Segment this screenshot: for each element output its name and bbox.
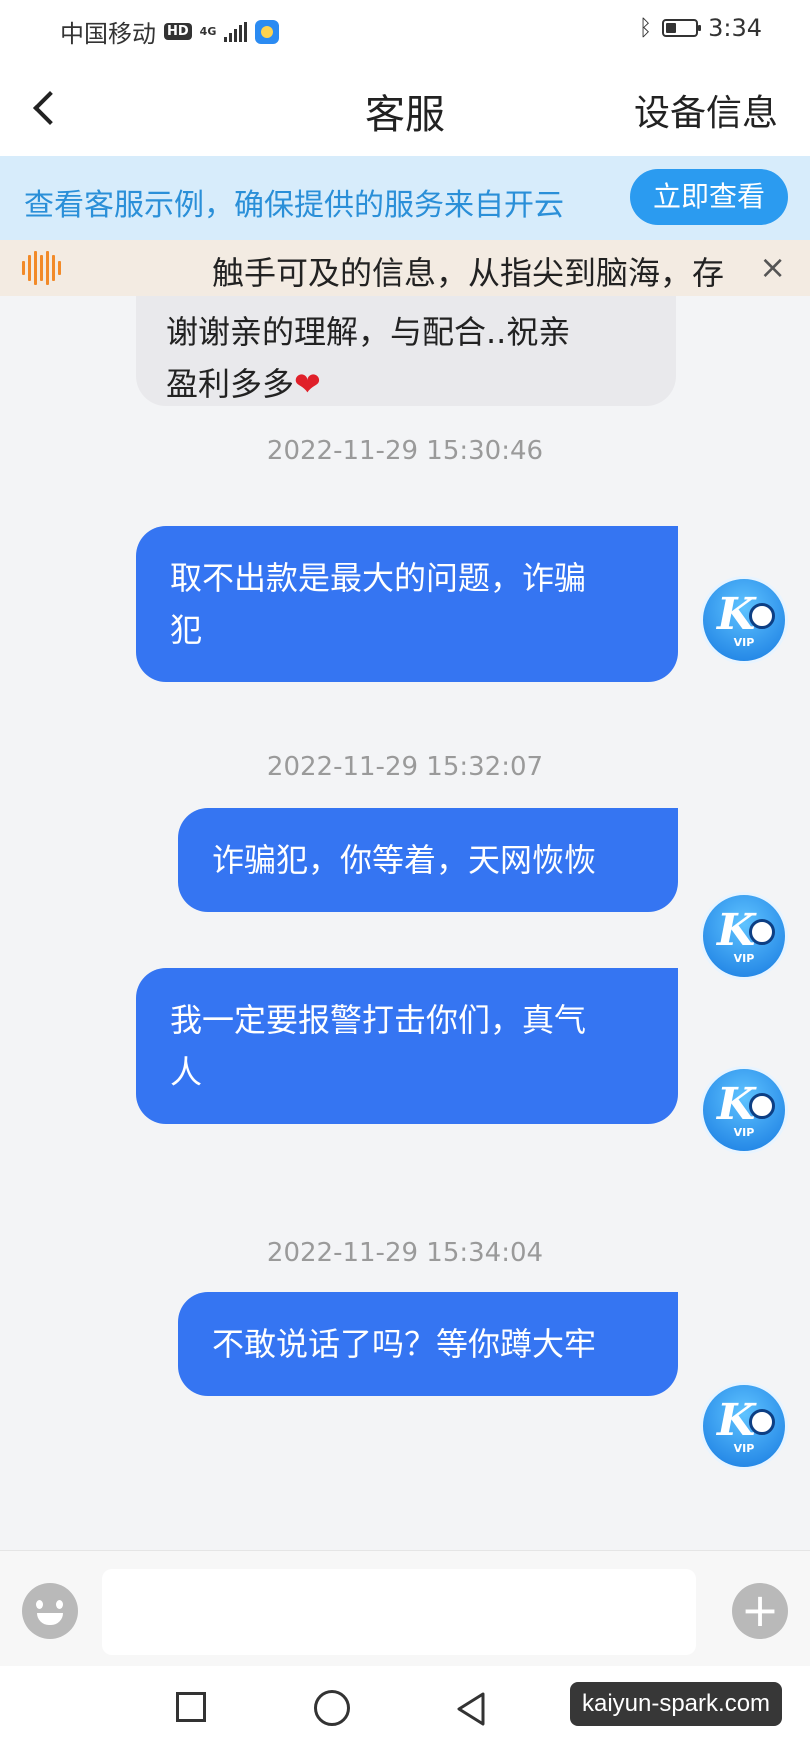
message-input[interactable]	[102, 1569, 696, 1655]
watermark: kaiyun-spark.com	[570, 1682, 782, 1726]
heart-emoji: ❤	[294, 365, 321, 403]
status-right: ᛒ 3:34	[639, 14, 762, 42]
hd-badge: HD	[164, 23, 192, 40]
device-info-button[interactable]: 设备信息	[634, 84, 778, 136]
outgoing-message: 诈骗犯，你等着，天网恢恢	[178, 808, 678, 912]
incoming-message: 谢谢亲的理解，与配合..祝亲 盈利多多❤	[136, 296, 676, 406]
soccer-ball-icon	[749, 1093, 775, 1119]
add-button[interactable]: +	[732, 1583, 788, 1639]
message-timestamp: 2022-11-29 15:34:04	[266, 1238, 544, 1268]
user-avatar[interactable]: K VIP	[700, 1382, 788, 1470]
input-bar: +	[0, 1550, 810, 1667]
user-avatar[interactable]: K VIP	[700, 576, 788, 664]
vip-badge: VIP	[733, 1442, 755, 1455]
message-line: 我一定要报警打击你们，真气	[170, 1001, 587, 1039]
view-now-button[interactable]: 立即查看	[630, 169, 788, 225]
weather-app-icon	[255, 19, 280, 44]
promo-text: 查看客服示例，确保提供的服务来自开云	[24, 188, 564, 223]
vip-badge: VIP	[733, 1126, 755, 1139]
message-timestamp: 2022-11-29 15:30:46	[266, 436, 544, 466]
outgoing-message: 不敢说话了吗？等你蹲大牢	[178, 1292, 678, 1396]
status-bar: 中国移动 HD 4G ᛒ 3:34	[0, 0, 810, 58]
clock: 3:34	[708, 14, 762, 42]
close-icon[interactable]: ×	[759, 248, 786, 286]
home-button[interactable]	[314, 1690, 350, 1726]
soccer-ball-icon	[749, 603, 775, 629]
signal-icon	[224, 21, 248, 42]
emoji-button[interactable]	[22, 1583, 78, 1639]
message-line: 犯	[170, 611, 203, 649]
battery-icon	[662, 19, 702, 37]
nav-bar: 客服 设备信息	[0, 58, 810, 156]
message-line: 谢谢亲的理解，与配合..祝亲	[166, 313, 571, 351]
audio-wave-icon	[22, 250, 61, 286]
bluetooth-icon: ᛒ	[638, 15, 653, 41]
message-timestamp: 2022-11-29 15:32:07	[266, 752, 544, 782]
message-line: 取不出款是最大的问题，诈骗	[170, 559, 587, 597]
recent-apps-button[interactable]	[176, 1692, 206, 1722]
message-line: 盈利多多	[166, 365, 295, 403]
soccer-ball-icon	[749, 919, 775, 945]
message-line: 诈骗犯，你等着，天网恢恢	[212, 841, 597, 879]
status-left: 中国移动 HD 4G	[60, 14, 280, 49]
back-button[interactable]	[28, 86, 68, 132]
vip-badge: VIP	[733, 636, 755, 649]
user-avatar[interactable]: K VIP	[700, 1066, 788, 1154]
notice-text: 触手可及的信息，从指尖到脑海，存	[212, 254, 725, 292]
soccer-ball-icon	[749, 1409, 775, 1435]
carrier-label: 中国移动	[60, 20, 156, 48]
vip-badge: VIP	[733, 952, 755, 965]
plus-icon: +	[740, 1583, 780, 1637]
chat-area[interactable]: 谢谢亲的理解，与配合..祝亲 盈利多多❤ 2022-11-29 15:30:46…	[0, 296, 810, 1550]
system-back-button[interactable]	[456, 1691, 486, 1727]
message-line: 人	[170, 1053, 203, 1091]
message-line: 不敢说话了吗？等你蹲大牢	[212, 1325, 597, 1363]
notice-bar: 触手可及的信息，从指尖到脑海，存 ×	[0, 240, 810, 296]
network-type-label: 4G	[199, 25, 217, 38]
promo-banner: 查看客服示例，确保提供的服务来自开云 立即查看	[0, 156, 810, 240]
user-avatar[interactable]: K VIP	[700, 892, 788, 980]
outgoing-message: 取不出款是最大的问题，诈骗 犯	[136, 526, 678, 682]
outgoing-message: 我一定要报警打击你们，真气 人	[136, 968, 678, 1124]
